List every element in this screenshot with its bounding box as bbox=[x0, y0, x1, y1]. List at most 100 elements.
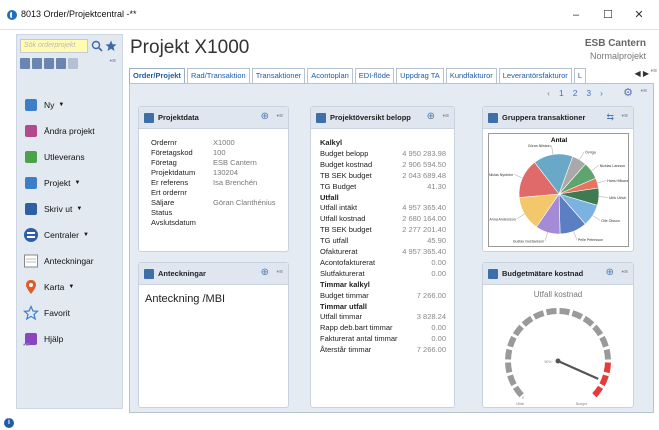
search-input[interactable]: Sök orderprojekt bbox=[20, 39, 88, 53]
last-record-icon[interactable] bbox=[56, 58, 66, 69]
zoom-icon[interactable]: ⊕ bbox=[427, 111, 435, 122]
sidebar-item-hjälp[interactable]: Hjälp bbox=[17, 326, 122, 352]
sidebar-item-ändra-projekt[interactable]: Ändra projekt bbox=[17, 118, 122, 144]
window-titlebar: 8013 Order/Projektcentral -** – ☐ ✕ bbox=[0, 0, 659, 30]
anteckningar-panel: Anteckningar ⊕ •≡ Anteckning /MBI bbox=[138, 262, 289, 408]
page-title: Projekt X1000 bbox=[130, 37, 250, 58]
gauge-segment bbox=[599, 335, 609, 348]
amount-label: Kalkyl bbox=[320, 138, 343, 147]
amount-row: Timmar utfall bbox=[320, 302, 446, 312]
sidebar-item-karta[interactable]: Karta ▼ bbox=[17, 274, 122, 300]
sidebar-item-centraler[interactable]: Centraler ▼ bbox=[17, 222, 122, 248]
gauge-hub bbox=[555, 358, 561, 364]
amount-label: Budget belopp bbox=[320, 148, 369, 158]
tab-order-projekt[interactable]: Order/Projekt bbox=[129, 68, 185, 83]
amount-row: Utfall intäkt 4 957 365.40 bbox=[320, 203, 446, 213]
project-icon bbox=[23, 175, 39, 191]
amount-label: TB SEK budget bbox=[320, 225, 372, 235]
amount-row: TB SEK budget 2 043 689.48 bbox=[320, 171, 446, 181]
field-label: Företagskod bbox=[151, 148, 193, 157]
page-2-button[interactable]: 2 bbox=[573, 88, 578, 98]
pie-label: Ulrik Ulrich bbox=[609, 196, 626, 200]
panel-pin-icon[interactable]: •≡ bbox=[442, 113, 449, 120]
pager-prev-button[interactable]: ‹ bbox=[547, 88, 550, 98]
field-label: Er referens bbox=[151, 178, 189, 187]
tab-scroll-arrows-icon[interactable]: ◀ ▶ bbox=[634, 69, 649, 78]
favorite-star-icon[interactable] bbox=[104, 39, 118, 53]
gauge-mid-label: 50% bbox=[544, 360, 551, 364]
info-panel-icon bbox=[316, 113, 326, 123]
page-1-button[interactable]: 1 bbox=[559, 88, 564, 98]
search-icon[interactable] bbox=[90, 39, 104, 53]
panel-pin-icon[interactable]: •≡ bbox=[276, 113, 283, 120]
close-button[interactable]: ✕ bbox=[627, 7, 651, 23]
amount-label: Slutfakturerat bbox=[320, 268, 365, 278]
zoom-icon[interactable]: ⊕ bbox=[261, 111, 269, 122]
panel-header: Budgetmätare kostnad ⊕ •≡ bbox=[483, 263, 633, 285]
tab-rad-transaktion[interactable]: Rad/Transaktion bbox=[186, 68, 250, 83]
field-value: Isa Brenchén bbox=[213, 178, 258, 187]
amount-label: Budget timmar bbox=[320, 290, 369, 300]
tab-leverantörsfakturor[interactable]: Leverantörsfakturor bbox=[498, 68, 572, 83]
content-pin-icon[interactable]: •≡ bbox=[640, 88, 647, 95]
amount-label: Utfall kostnad bbox=[320, 214, 366, 224]
chart-panel-icon bbox=[488, 269, 498, 279]
field-value: 100 bbox=[213, 148, 226, 157]
panel-pin-icon[interactable]: •≡ bbox=[621, 113, 628, 120]
amount-row: Timmar kalkyl bbox=[320, 280, 446, 290]
field-label: Företag bbox=[151, 158, 177, 167]
pie-label: Göran Nilsson bbox=[528, 144, 551, 148]
next-record-icon[interactable] bbox=[44, 58, 54, 69]
amount-label: Utfall bbox=[320, 192, 339, 202]
sidebar-item-label: Ändra projekt bbox=[44, 126, 95, 136]
zoom-icon[interactable]: ⊕ bbox=[606, 267, 614, 278]
maximize-button[interactable]: ☐ bbox=[596, 7, 620, 23]
record-navigation bbox=[20, 58, 78, 70]
sidebar-item-skriv-ut[interactable]: Skriv ut ▼ bbox=[17, 196, 122, 222]
gauge-segment bbox=[582, 315, 595, 327]
gauge-segment bbox=[592, 324, 604, 337]
sidebar-item-label: Projekt bbox=[44, 178, 71, 188]
panel-title: Anteckningar bbox=[158, 269, 206, 278]
panel-pin-icon[interactable]: •≡ bbox=[621, 269, 628, 276]
tab-kundfakturor[interactable]: Kundfakturor bbox=[445, 68, 497, 83]
pie-leader-line bbox=[598, 196, 608, 198]
tab-uppdrag-ta[interactable]: Uppdrag TA bbox=[396, 68, 444, 83]
tab-transaktioner[interactable]: Transaktioner bbox=[251, 68, 306, 83]
amount-value: 45.90 bbox=[427, 236, 446, 246]
amount-label: Rapp deb.bart timmar bbox=[320, 323, 393, 333]
zoom-icon[interactable]: ⊕ bbox=[261, 267, 269, 278]
settings-gear-icon[interactable]: ⚙ bbox=[623, 86, 633, 99]
panel-title: Projektöversikt belopp bbox=[330, 113, 411, 122]
sidebar-pin-icon[interactable]: •≡ bbox=[109, 58, 116, 65]
tab-l[interactable]: L bbox=[573, 68, 586, 83]
sidebar-item-utleverans[interactable]: Utleverans bbox=[17, 144, 122, 170]
note-text[interactable]: Anteckning /MBI bbox=[145, 293, 225, 305]
pie-leader-line bbox=[544, 232, 548, 242]
panel-header: Anteckningar ⊕ •≡ bbox=[139, 263, 288, 285]
info-icon[interactable]: i bbox=[4, 418, 14, 428]
gauge-chart: Utfall kostnad50%0Utfall2 906 594Budget2… bbox=[505, 290, 611, 406]
panel-pin-icon[interactable]: •≡ bbox=[276, 269, 283, 276]
tab-edi-flöde[interactable]: EDI-flöde bbox=[354, 68, 395, 83]
amount-label: Budget kostnad bbox=[320, 159, 373, 169]
tab-pin-icon[interactable]: •≡ bbox=[650, 68, 657, 75]
pie-leader-line bbox=[514, 174, 523, 179]
page-3-button[interactable]: 3 bbox=[586, 88, 591, 98]
sidebar-item-anteckningar[interactable]: Anteckningar bbox=[17, 248, 122, 274]
refresh-icon[interactable] bbox=[68, 58, 78, 69]
sidebar-item-projekt[interactable]: Projekt ▼ bbox=[17, 170, 122, 196]
sidebar-collapse-icon[interactable]: •≡ bbox=[23, 342, 30, 349]
sidebar-item-ny[interactable]: Ny ▼ bbox=[17, 92, 122, 118]
previous-record-icon[interactable] bbox=[32, 58, 42, 69]
minimize-button[interactable]: – bbox=[564, 7, 588, 23]
budgetmatare-panel: Budgetmätare kostnad ⊕ •≡ Utfall kostnad… bbox=[482, 262, 634, 408]
gauge-segment bbox=[603, 348, 611, 360]
sidebar-item-favorit[interactable]: Favorit bbox=[17, 300, 122, 326]
tab-acontoplan[interactable]: Acontoplan bbox=[307, 68, 353, 83]
swap-icon[interactable]: ⇆ bbox=[606, 112, 614, 123]
amount-label: TG Budget bbox=[320, 181, 357, 191]
first-record-icon[interactable] bbox=[20, 58, 30, 69]
amount-value: 7 266.00 bbox=[416, 290, 446, 300]
pager-next-button[interactable]: › bbox=[600, 88, 603, 98]
